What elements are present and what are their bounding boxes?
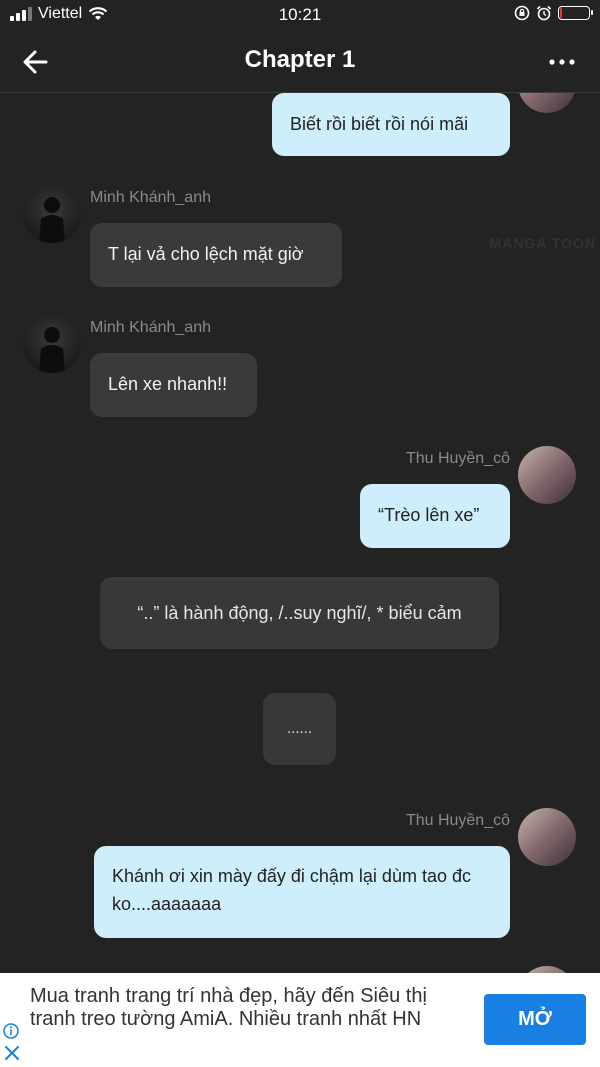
message-bubble: Lên xe nhanh!! [90, 353, 257, 417]
message-text: Biết rồi biết rồi nói mãi [290, 114, 469, 134]
avatar[interactable] [23, 315, 81, 373]
status-bar: Viettel 10:21 [0, 0, 600, 32]
narration-text: “..” là hành động, /..suy nghĩ/, * biểu … [137, 603, 462, 623]
ad-text[interactable]: Mua tranh trang trí nhà đẹp, hãy đến Siê… [30, 985, 464, 1055]
message-bubble: T lại vả cho lệch mặt giờ [90, 223, 342, 287]
status-time: 10:21 [278, 5, 322, 24]
narration-bubble: ...... [263, 693, 336, 765]
alarm-icon [536, 5, 552, 21]
message-text: T lại vả cho lệch mặt giờ [108, 244, 304, 264]
close-icon[interactable] [4, 1045, 20, 1061]
message-text: Lên xe nhanh!! [108, 374, 228, 394]
sender-name: Thu Huyền_cô [405, 450, 510, 467]
message-text: Khánh ơi xin mày đấy đi chậm lại dùm tao… [112, 866, 471, 914]
sender-name: Minh Khánh_anh [90, 319, 211, 336]
message-text: “Trèo lên xe” [378, 505, 480, 525]
avatar[interactable] [23, 185, 81, 243]
rotation-lock-icon [514, 5, 530, 21]
avatar[interactable] [518, 93, 576, 113]
avatar[interactable] [518, 966, 576, 973]
info-icon[interactable] [3, 1023, 19, 1039]
ad-banner[interactable]: Mua tranh trang trí nhà đẹp, hãy đến Siê… [0, 973, 600, 1067]
narration-bubble: “..” là hành động, /..suy nghĩ/, * biểu … [100, 577, 499, 649]
avatar[interactable] [518, 808, 576, 866]
message-bubble: Biết rồi biết rồi nói mãi [272, 93, 510, 156]
chapter-header: Chapter 1 [0, 32, 600, 93]
sender-name: Minh Khánh_anh [90, 189, 211, 206]
ad-open-button[interactable]: MỞ [484, 994, 586, 1045]
battery-icon [558, 6, 593, 20]
avatar[interactable] [518, 446, 576, 504]
narration-text: ...... [286, 720, 312, 737]
chat-thread[interactable]: MANGA TOON Biết rồi biết rồi nói mãi Min… [0, 93, 600, 973]
status-right [514, 5, 593, 21]
message-bubble: Khánh ơi xin mày đấy đi chậm lại dùm tao… [94, 846, 510, 938]
person-silhouette-icon [39, 197, 65, 243]
watermark-text: MANGA TOON [489, 235, 596, 251]
more-horizontal-icon[interactable] [546, 46, 578, 78]
page-title: Chapter 1 [244, 46, 356, 73]
sender-name: Thu Huyền_cô [405, 812, 510, 829]
message-bubble: “Trèo lên xe” [360, 484, 510, 548]
person-silhouette-icon [39, 327, 65, 373]
